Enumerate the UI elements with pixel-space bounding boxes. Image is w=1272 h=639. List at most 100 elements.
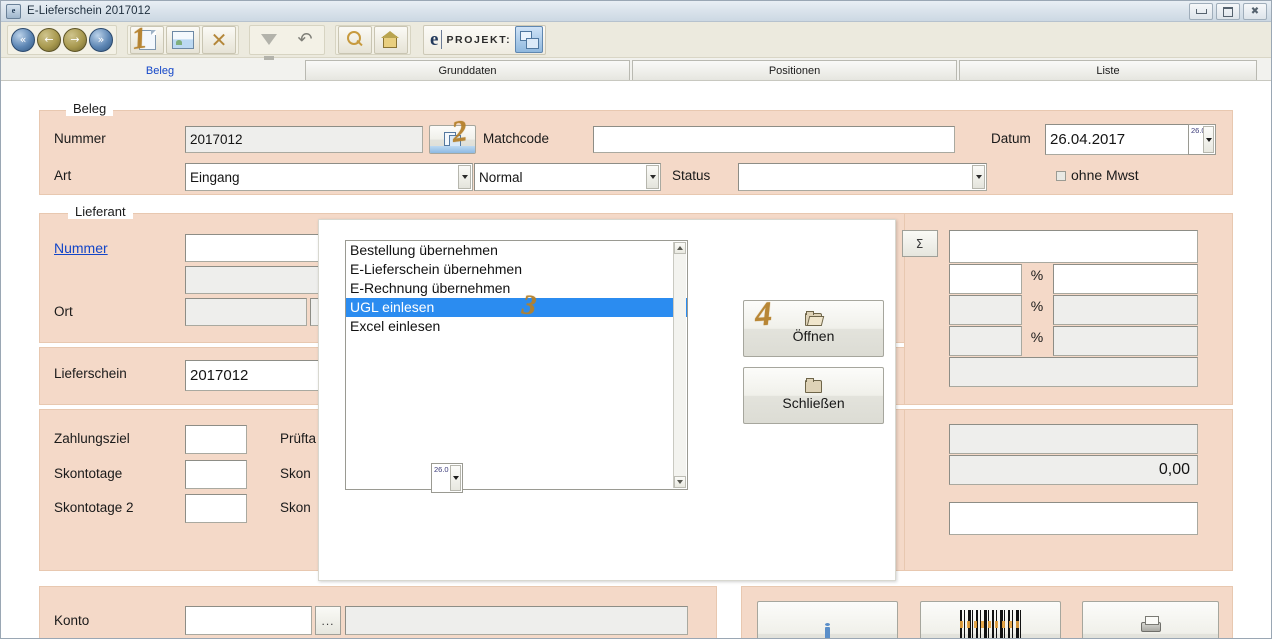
summe-row1-base[interactable] [949, 264, 1022, 294]
save-button[interactable] [252, 26, 286, 60]
oeffnen-button-label: Öffnen [792, 328, 835, 344]
summe-button[interactable]: Σ [902, 230, 938, 257]
dialog-spinner-value: 26.0 [434, 465, 449, 474]
beleg-nummer-field[interactable]: 2017012 [185, 126, 423, 153]
chevron-down-icon[interactable] [458, 165, 471, 189]
schliessen-button[interactable]: Schließen [743, 367, 884, 424]
scroll-up-icon[interactable] [674, 242, 686, 254]
summe-row2-base[interactable] [949, 295, 1022, 325]
art-combo[interactable]: Eingang [185, 163, 473, 191]
datum-spinner-down-button[interactable] [1203, 126, 1214, 153]
ohne-mwst-checkbox[interactable] [1056, 171, 1066, 181]
list-item[interactable]: E-Rechnung übernehmen [346, 279, 687, 298]
skontotage-field[interactable] [185, 460, 247, 489]
summe-row3-amount[interactable] [1053, 326, 1198, 356]
list-item[interactable]: Bestellung übernehmen [346, 241, 687, 260]
list-item[interactable]: E-Lieferschein übernehmen [346, 260, 687, 279]
oeffnen-button[interactable]: Öffnen [743, 300, 884, 357]
zahlungsziel-field[interactable] [185, 425, 247, 454]
document-icon [138, 29, 156, 50]
skontotage2-label: Skontotage 2 [54, 500, 134, 515]
tab-grunddaten-label: Grunddaten [438, 64, 497, 77]
tab-bar: Beleg Grunddaten Positionen Liste [1, 58, 1271, 81]
lieferant-ort-field[interactable] [185, 298, 307, 326]
konto-label: Konto [54, 613, 90, 628]
document-actions-group: ✕ [127, 24, 239, 55]
skonto2-label: Skon [280, 500, 311, 515]
home-button[interactable] [374, 25, 408, 54]
summe-row1-amount[interactable] [1053, 264, 1198, 294]
tab-grunddaten[interactable]: Grunddaten [305, 60, 630, 80]
maximize-icon [1223, 6, 1233, 17]
edit-document-button[interactable] [166, 25, 200, 54]
summe-footer-field[interactable] [949, 357, 1198, 387]
image-icon [172, 30, 194, 49]
new-document-button[interactable] [130, 25, 164, 54]
konto-browse-button[interactable]: ... [315, 606, 341, 635]
tools-group [335, 24, 411, 55]
beleg-page: Beleg Nummer 2017012 Matchcode Datum 26.… [1, 81, 1271, 638]
minimize-button[interactable] [1189, 3, 1213, 20]
totals-note-field[interactable] [949, 502, 1198, 535]
art2-combo[interactable]: Normal [474, 163, 661, 191]
totals-net-field[interactable] [949, 424, 1198, 454]
undo-button[interactable]: ↶ [288, 26, 322, 54]
summe-total-field[interactable] [949, 230, 1198, 263]
list-item-selected[interactable]: UGL einlesen [346, 298, 687, 317]
previous-record-icon: ← [44, 33, 54, 46]
next-record-icon: → [70, 33, 80, 46]
scroll-down-icon[interactable] [674, 476, 686, 488]
beleg-legend: Beleg [66, 101, 114, 116]
etiketten-button[interactable]: Etiketten [920, 601, 1061, 638]
matchcode-field[interactable] [593, 126, 955, 153]
matchcode-lookup-button[interactable] [429, 125, 476, 154]
totals-sum-field[interactable]: 0,00 [949, 455, 1198, 485]
edit-actions-group: ↶ [249, 24, 325, 60]
barcode-icon [959, 609, 1022, 638]
list-item[interactable]: Excel einlesen [346, 317, 687, 336]
datum-label: Datum [991, 131, 1031, 146]
chevron-down-icon-2[interactable] [646, 165, 659, 189]
status-combo[interactable] [738, 163, 987, 191]
chevron-down-icon-3[interactable] [972, 165, 985, 189]
save-icon [261, 34, 277, 60]
record-navigation-group: « ← → » [7, 24, 117, 55]
summe-row2-pct: % [1030, 298, 1044, 314]
delete-button[interactable]: ✕ [202, 25, 236, 54]
konto-browse-label: ... [321, 613, 335, 628]
konto-panel: Konto ... Kostenst. ... [39, 586, 717, 638]
lieferant-nummer-link[interactable]: Nummer [54, 240, 108, 256]
close-button[interactable]: ✖ [1243, 3, 1267, 20]
datum-spinner[interactable]: 26.0 [1188, 124, 1216, 155]
next-record-button[interactable]: → [63, 27, 87, 52]
art2-combo-value: Normal [479, 169, 523, 185]
drucken-button[interactable]: Drucken [1082, 601, 1219, 638]
last-record-button[interactable]: » [89, 27, 113, 52]
info-icon [825, 622, 830, 638]
magnifier-icon [346, 30, 364, 49]
dialog-spinner-down-button[interactable] [450, 465, 461, 491]
datum-field[interactable]: 26.04.2017 [1045, 124, 1190, 155]
tab-beleg[interactable]: Beleg [15, 60, 305, 80]
title-bar: e E-Lieferschein 2017012 ✖ [1, 1, 1271, 22]
summe-row3-base[interactable] [949, 326, 1022, 356]
summe-row2-amount[interactable] [1053, 295, 1198, 325]
skontotage2-field[interactable] [185, 494, 247, 523]
drucken-button-label: Drucken [1124, 635, 1176, 638]
first-record-button[interactable]: « [11, 27, 35, 52]
eprojekt-logo-button[interactable]: e PROJEKT: [423, 24, 547, 55]
konto-field[interactable] [185, 606, 312, 635]
import-options-listbox[interactable]: Bestellung übernehmen E-Lieferschein übe… [345, 240, 688, 490]
listbox-scrollbar[interactable] [673, 242, 686, 488]
matchcode-button-accent [430, 146, 475, 153]
sigma-icon: Σ [915, 236, 925, 251]
info-button[interactable] [757, 601, 898, 638]
tab-liste[interactable]: Liste [959, 60, 1257, 80]
konto-description-field[interactable] [345, 606, 688, 635]
search-button[interactable] [338, 25, 372, 54]
maximize-button[interactable] [1216, 3, 1240, 20]
tab-positionen[interactable]: Positionen [632, 60, 957, 80]
folder-open-icon [805, 311, 822, 326]
previous-record-button[interactable]: ← [37, 27, 61, 52]
dialog-spinner[interactable]: 26.0 [431, 463, 463, 493]
